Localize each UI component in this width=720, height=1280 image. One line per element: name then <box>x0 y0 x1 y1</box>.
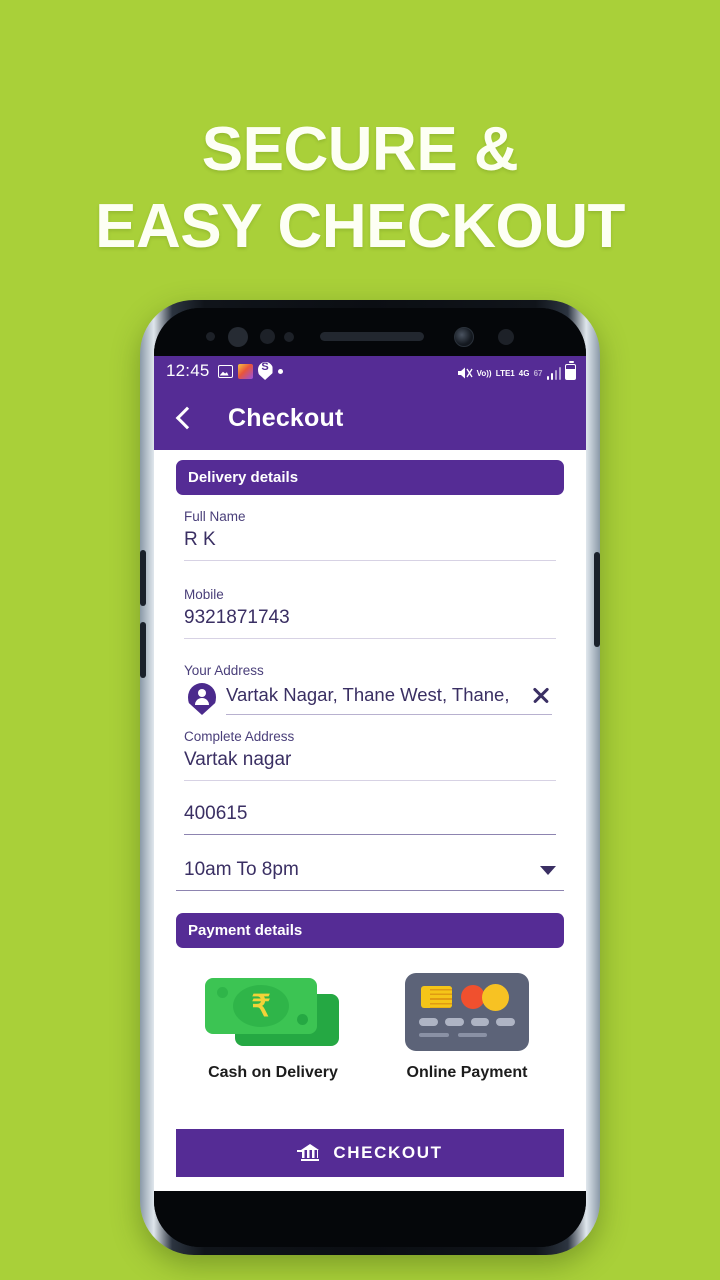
phone-screen: 12:45 Vo)) <box>154 356 586 1191</box>
dot-icon <box>277 368 283 374</box>
payment-details-header: Payment details <box>176 913 564 948</box>
complete-address-label: Complete Address <box>184 729 295 744</box>
cash-rupee-icon: ₹ <box>176 974 370 1050</box>
promo-line-2: EASY CHECKOUT <box>95 192 625 262</box>
promo-line-1: SECURE & <box>201 115 519 184</box>
your-address-field[interactable]: Your Address Vartak Nagar, Thane West, T… <box>176 663 564 715</box>
battery-icon <box>565 360 576 380</box>
full-name-field[interactable]: Full Name R K <box>176 509 564 561</box>
signal-icon <box>546 366 561 380</box>
network-type-icon: 4G 67 <box>519 363 543 380</box>
payment-option-cash-on-delivery[interactable]: ₹ Cash on Delivery <box>176 974 370 1082</box>
power-button[interactable] <box>594 552 600 647</box>
credit-card-icon <box>370 973 564 1051</box>
promo-headline: SECURE & EASY CHECKOUT <box>0 115 720 262</box>
your-address-label: Your Address <box>184 663 264 678</box>
app-bar: Checkout <box>154 386 586 450</box>
status-bar-system-icons: Vo)) LTE1 4G 67 <box>457 360 576 380</box>
close-icon[interactable] <box>530 684 552 706</box>
payment-options: ₹ Cash on Delivery Online Payment <box>176 973 564 1082</box>
time-slot-select[interactable]: 10am To 8pm <box>176 859 564 891</box>
app-icon <box>237 363 253 379</box>
light-sensor-icon <box>284 332 294 342</box>
full-name-label: Full Name <box>184 509 246 524</box>
mute-icon <box>457 366 473 380</box>
front-camera-icon <box>454 327 474 347</box>
phone-inner-frame: 12:45 Vo)) <box>154 308 586 1247</box>
full-name-input[interactable]: R K <box>184 529 556 561</box>
volume-up-button[interactable] <box>140 550 146 606</box>
chevron-down-icon[interactable] <box>540 865 556 875</box>
delivery-details-header: Delivery details <box>176 460 564 495</box>
status-bar-clock: 12:45 <box>166 361 210 380</box>
checkout-button[interactable]: CHECKOUT <box>176 1129 564 1177</box>
iris-sensor-icon <box>260 329 275 344</box>
sensor-dot-right-icon <box>498 329 514 345</box>
payment-option-online-payment[interactable]: Online Payment <box>370 973 564 1082</box>
rupee-symbol: ₹ <box>251 989 271 1023</box>
complete-address-input[interactable]: Vartak nagar <box>184 749 556 781</box>
bank-transfer-icon <box>297 1144 320 1162</box>
pincode-input[interactable]: 400615 <box>184 803 556 835</box>
phone-mockup: 12:45 Vo)) <box>140 300 600 1255</box>
swiggy-pin-icon <box>257 362 273 380</box>
mobile-field[interactable]: Mobile 9321871743 <box>176 587 564 639</box>
complete-address-field[interactable]: Complete Address Vartak nagar <box>176 729 564 781</box>
volte-label: Vo)) <box>476 368 492 378</box>
phone-top-bezel <box>154 308 586 356</box>
checkout-button-label: CHECKOUT <box>333 1143 443 1162</box>
mobile-label: Mobile <box>184 587 224 602</box>
mobile-input[interactable]: 9321871743 <box>184 607 556 639</box>
volume-down-button[interactable] <box>140 622 146 678</box>
phone-bottom-bezel <box>154 1191 586 1247</box>
earpiece-speaker <box>320 332 424 341</box>
time-slot-value: 10am To 8pm <box>184 859 299 880</box>
address-input[interactable]: Vartak Nagar, Thane West, Thane, <box>226 684 530 706</box>
network-sub-label: 67 <box>533 368 543 378</box>
network-label: 4G <box>518 368 530 378</box>
address-input-wrapper[interactable]: Vartak Nagar, Thane West, Thane, <box>226 684 552 715</box>
proximity-sensor-icon <box>228 327 248 347</box>
address-row: Vartak Nagar, Thane West, Thane, <box>184 683 556 715</box>
cash-on-delivery-label: Cash on Delivery <box>208 1064 338 1081</box>
sensor-dot-icon <box>206 332 215 341</box>
image-icon <box>217 364 233 378</box>
status-bar-notification-icons <box>217 362 283 380</box>
volte-sub-label: LTE1 <box>495 368 515 378</box>
location-person-pin-icon <box>188 683 216 715</box>
back-chevron-icon[interactable] <box>170 403 200 433</box>
status-bar: 12:45 Vo)) <box>154 356 586 386</box>
online-payment-label: Online Payment <box>406 1064 528 1081</box>
pincode-field[interactable]: 400615 <box>176 803 564 835</box>
page-title: Checkout <box>228 403 344 432</box>
checkout-form: Delivery details Full Name R K Mobile 93… <box>154 450 586 1191</box>
volte-icon: Vo)) LTE1 <box>477 363 515 380</box>
